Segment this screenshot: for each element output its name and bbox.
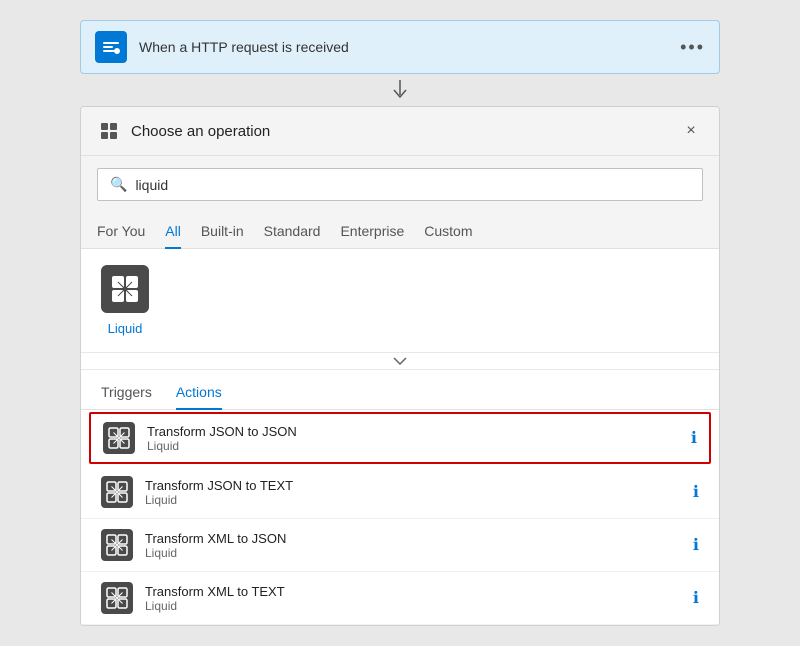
- chevron-down-icon: [393, 357, 407, 365]
- action-icon-4: [101, 582, 133, 614]
- action-title-1: Transform JSON to JSON: [147, 424, 679, 439]
- flow-arrow: [392, 74, 408, 106]
- action-info-4[interactable]: ℹ: [693, 588, 699, 608]
- tab-standard[interactable]: Standard: [264, 217, 321, 249]
- search-container: 🔍: [81, 156, 719, 213]
- expand-button[interactable]: [81, 353, 719, 370]
- action-text-1: Transform JSON to JSON Liquid: [147, 424, 679, 453]
- operation-icon: [97, 119, 121, 143]
- action-item-1[interactable]: Transform JSON to JSON Liquid ℹ: [89, 412, 711, 464]
- close-button[interactable]: ×: [679, 119, 703, 143]
- transform-icon-1: [108, 427, 130, 449]
- action-title-2: Transform JSON to TEXT: [145, 478, 681, 493]
- arrow-down-icon: [392, 80, 408, 100]
- sub-tab-triggers[interactable]: Triggers: [101, 378, 152, 410]
- liquid-label: Liquid: [108, 321, 143, 336]
- action-info-3[interactable]: ℹ: [693, 535, 699, 555]
- choose-panel: Choose an operation × 🔍 For You All Buil…: [80, 106, 720, 626]
- liquid-logo-icon: [110, 274, 140, 304]
- action-subtitle-1: Liquid: [147, 439, 679, 453]
- action-list: Transform JSON to JSON Liquid ℹ: [81, 412, 719, 625]
- grid-icon: [99, 121, 119, 141]
- panel-header-left: Choose an operation: [97, 119, 270, 143]
- action-text-2: Transform JSON to TEXT Liquid: [145, 478, 681, 507]
- action-icon-3: [101, 529, 133, 561]
- trigger-icon: [95, 31, 127, 63]
- main-container: When a HTTP request is received ••• Choo…: [80, 20, 720, 626]
- tab-built-in[interactable]: Built-in: [201, 217, 244, 249]
- action-item-2[interactable]: Transform JSON to TEXT Liquid ℹ: [81, 466, 719, 519]
- trigger-label: When a HTTP request is received: [139, 39, 668, 55]
- action-info-1[interactable]: ℹ: [691, 428, 697, 448]
- action-subtitle-3: Liquid: [145, 546, 681, 560]
- action-subtitle-2: Liquid: [145, 493, 681, 507]
- action-subtitle-4: Liquid: [145, 599, 681, 613]
- action-text-4: Transform XML to TEXT Liquid: [145, 584, 681, 613]
- trigger-block: When a HTTP request is received •••: [80, 20, 720, 74]
- tab-enterprise[interactable]: Enterprise: [340, 217, 404, 249]
- trigger-more-button[interactable]: •••: [680, 37, 705, 58]
- action-title-4: Transform XML to TEXT: [145, 584, 681, 599]
- action-icon-1: [103, 422, 135, 454]
- tabs-container: For You All Built-in Standard Enterprise…: [81, 213, 719, 249]
- action-text-3: Transform XML to JSON Liquid: [145, 531, 681, 560]
- liquid-app-icon: [101, 265, 149, 313]
- search-input[interactable]: [135, 177, 690, 193]
- http-icon: [101, 37, 121, 57]
- tab-custom[interactable]: Custom: [424, 217, 472, 249]
- panel-header: Choose an operation ×: [81, 107, 719, 156]
- liquid-icon-block[interactable]: Liquid: [101, 265, 149, 336]
- transform-icon-2: [106, 481, 128, 503]
- liquid-section: Liquid: [81, 249, 719, 353]
- action-info-2[interactable]: ℹ: [693, 482, 699, 502]
- action-icon-2: [101, 476, 133, 508]
- transform-icon-3: [106, 534, 128, 556]
- tab-for-you[interactable]: For You: [97, 217, 145, 249]
- sub-tabs: Triggers Actions: [81, 370, 719, 410]
- action-item-4[interactable]: Transform XML to TEXT Liquid ℹ: [81, 572, 719, 625]
- panel-title: Choose an operation: [131, 123, 270, 140]
- action-title-3: Transform XML to JSON: [145, 531, 681, 546]
- sub-tab-actions[interactable]: Actions: [176, 378, 222, 410]
- search-box: 🔍: [97, 168, 703, 201]
- transform-icon-4: [106, 587, 128, 609]
- action-item-3[interactable]: Transform XML to JSON Liquid ℹ: [81, 519, 719, 572]
- search-icon: 🔍: [110, 176, 127, 193]
- content-area: Liquid Triggers Actions: [81, 249, 719, 625]
- tab-all[interactable]: All: [165, 217, 181, 249]
